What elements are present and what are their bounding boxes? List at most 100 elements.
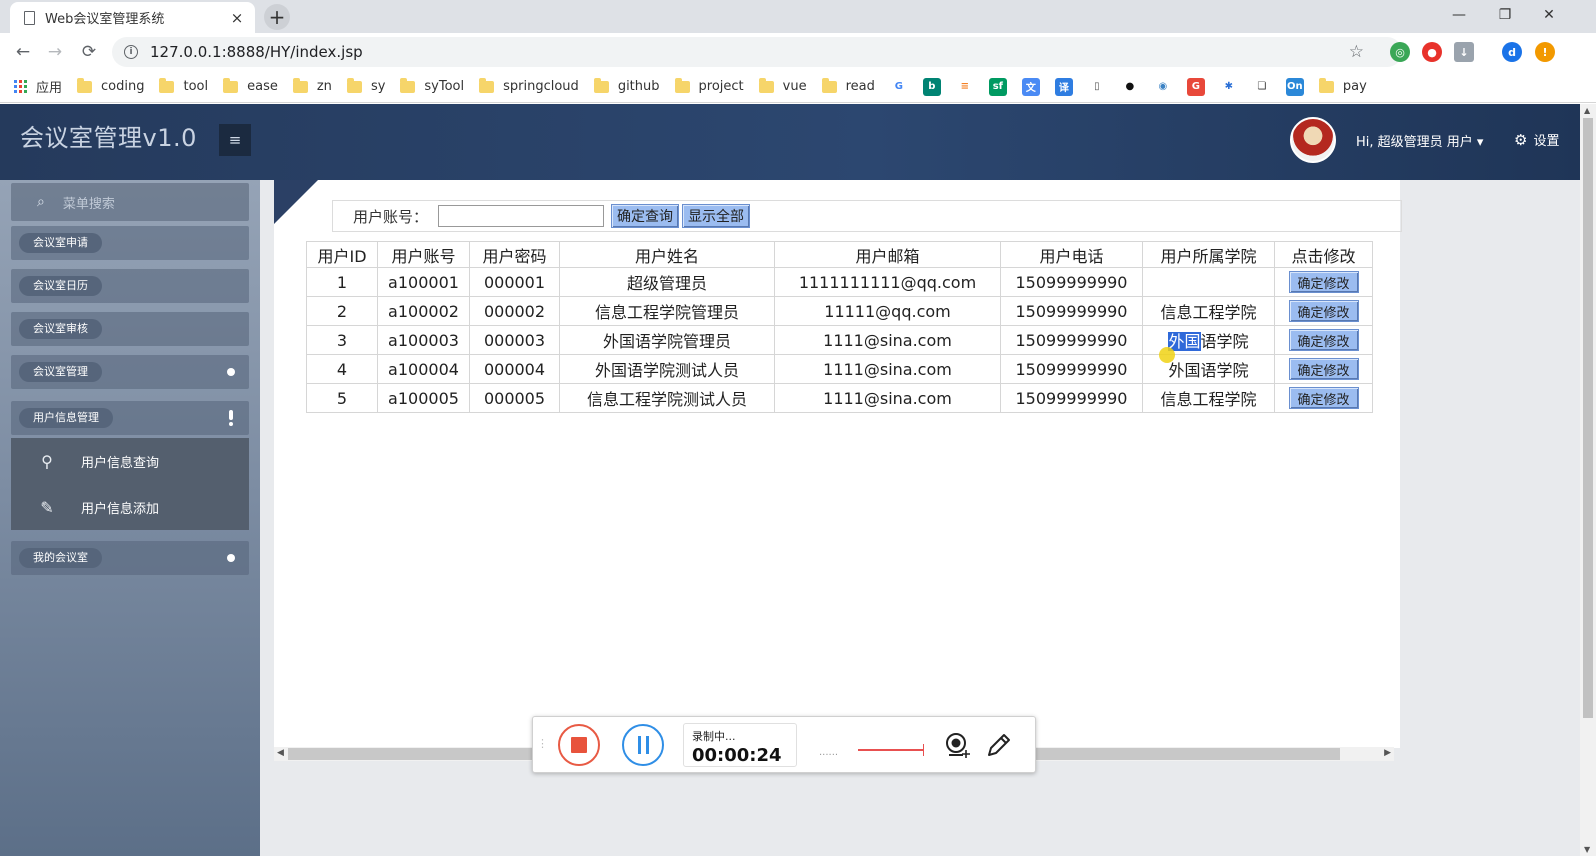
pause-record-button[interactable] <box>622 724 664 766</box>
avatar[interactable] <box>1290 117 1336 163</box>
site-info-icon[interactable]: i <box>124 45 138 59</box>
tab-close-icon[interactable]: × <box>229 9 245 27</box>
gear-bookmark-icon[interactable]: ✱ <box>1219 77 1238 96</box>
book-icon[interactable]: ❏ <box>1252 77 1271 96</box>
extension-adblock-icon[interactable]: ● <box>1422 42 1442 62</box>
app-title: 会议室管理v1.0 <box>20 124 197 152</box>
settings-button[interactable]: ⚙ 设置 <box>1514 130 1559 150</box>
folder-icon <box>346 77 362 93</box>
sidebar-item-label: 会议室审核 <box>19 319 102 339</box>
globe-icon[interactable]: ◉ <box>1153 77 1172 96</box>
user-menu[interactable]: Hi, 超级管理员 用户 ▾ <box>1356 131 1483 150</box>
page-icon[interactable]: ▯ <box>1087 77 1106 96</box>
drag-handle-icon[interactable]: ⋮ <box>537 737 548 750</box>
sidebar-item-room-review[interactable]: 会议室审核 <box>11 312 249 346</box>
user-id-cell: 5 <box>306 383 378 413</box>
restore-button[interactable]: ❐ <box>1482 0 1528 30</box>
sidebar-item-room-apply[interactable]: 会议室申请 <box>11 226 249 260</box>
table-row: 2 a100002 000002 信息工程学院管理员 11111@qq.com 15099… <box>306 296 1373 326</box>
scroll-right-icon[interactable]: ▶ <box>1384 748 1391 758</box>
bookmark-folder[interactable]: coding <box>77 77 144 94</box>
minimize-button[interactable]: — <box>1436 0 1482 30</box>
record-status: 录制中... <box>692 730 736 743</box>
user-id-cell: 2 <box>306 296 378 326</box>
sidebar-subitem-user-query[interactable]: ⚲ 用户信息查询 <box>11 438 249 484</box>
pause-icon <box>637 736 641 754</box>
user-search-form: 用户账号： 确定查询 显示全部 <box>332 200 1402 232</box>
bookmark-folder[interactable]: syTool <box>400 77 464 94</box>
menu-toggle-button[interactable]: ≡ <box>219 124 251 156</box>
apps-grid-icon <box>14 80 27 93</box>
bookmark-folder[interactable]: springcloud <box>479 77 579 94</box>
pen-icon[interactable] <box>985 731 1013 759</box>
back-button[interactable]: ← <box>10 39 36 65</box>
sidebar-subitem-label: 用户信息添加 <box>81 501 160 517</box>
bookmark-star-icon[interactable]: ☆ <box>1349 42 1364 62</box>
confirm-edit-button[interactable]: 确定修改 <box>1288 271 1359 293</box>
bookmark-folder[interactable]: tool <box>159 77 208 94</box>
address-bar[interactable]: i 127.0.0.1:8888/HY/index.jsp ☆ <box>112 37 1402 67</box>
close-window-button[interactable]: ✕ <box>1526 0 1572 30</box>
account-search-input[interactable] <box>438 205 605 227</box>
new-tab-button[interactable]: + <box>264 4 290 30</box>
confirm-edit-button[interactable]: 确定修改 <box>1288 329 1359 351</box>
bookmark-folder[interactable]: zn <box>292 77 332 94</box>
youdao-translate-icon[interactable]: 译 <box>1054 77 1073 96</box>
bookmark-folder[interactable]: sy <box>346 77 385 94</box>
update-alert-icon[interactable]: ! <box>1535 42 1555 62</box>
gear-icon: ⚙ <box>1514 130 1528 149</box>
sidebar-item-room-manage[interactable]: 会议室管理 <box>11 355 249 389</box>
sidebar-item-user-manage[interactable]: 用户信息管理 <box>11 401 249 435</box>
scroll-down-icon[interactable]: ▼ <box>1584 845 1590 854</box>
page-scrollbar[interactable]: ▲ ▼ <box>1580 104 1596 856</box>
screen-recorder-widget: ⋮ 录制中... 00:00:24 ...... <box>532 716 1036 773</box>
sidebar-item-my-rooms[interactable]: 我的会议室 <box>11 541 249 575</box>
query-button[interactable]: 确定查询 <box>611 204 680 228</box>
translate-icon[interactable]: 文 <box>1021 77 1040 96</box>
user-college-cell: 信息工程学院 <box>1142 383 1275 413</box>
scroll-up-icon[interactable]: ▲ <box>1584 106 1590 115</box>
segmentfault-icon[interactable]: sf <box>988 77 1007 96</box>
extension-green-icon[interactable]: ◎ <box>1390 42 1410 62</box>
browser-tab[interactable]: Web会议室管理系统 × <box>10 2 255 33</box>
column-header: 用户ID <box>306 241 378 268</box>
sidebar-item-label: 会议室管理 <box>19 362 102 382</box>
google-icon[interactable]: G <box>889 77 908 96</box>
bookmarks-bar: 应用 coding tool ease zn sy syTool springc… <box>0 71 1596 103</box>
extension-download-icon[interactable]: ↓ <box>1454 42 1474 62</box>
gitee-icon[interactable]: G <box>1186 77 1205 96</box>
github-icon[interactable]: ● <box>1120 77 1139 96</box>
forward-button[interactable]: → <box>42 39 68 65</box>
confirm-edit-button[interactable]: 确定修改 <box>1288 300 1359 322</box>
account-label: 用户账号： <box>353 207 429 226</box>
sidebar-subitem-user-add[interactable]: ✎ 用户信息添加 <box>11 484 249 530</box>
sidebar-item-label: 会议室日历 <box>19 276 102 296</box>
bookmark-folder[interactable]: project <box>674 77 744 94</box>
menu-search[interactable]: ⌕ 菜单搜索 <box>11 183 249 221</box>
sidebar-item-label: 会议室申请 <box>19 233 102 253</box>
reload-button[interactable]: ⟳ <box>76 39 102 65</box>
table-row: 4 a100004 000004 外国语学院测试人员 1111@sina.com 1509… <box>306 354 1373 384</box>
webcam-icon[interactable] <box>944 731 972 759</box>
bookmark-folder[interactable]: read <box>821 77 875 94</box>
profile-avatar[interactable]: d <box>1502 42 1522 62</box>
confirm-edit-button[interactable]: 确定修改 <box>1288 387 1359 409</box>
page-icon <box>24 10 35 25</box>
bing-icon[interactable]: b <box>922 77 941 96</box>
page-scroll-thumb[interactable] <box>1583 118 1593 718</box>
onenote-icon[interactable]: On <box>1285 77 1304 96</box>
scroll-left-icon[interactable]: ◀ <box>277 748 284 758</box>
bookmark-folder[interactable]: github <box>593 77 660 94</box>
user-email-cell: 1111@sina.com <box>774 325 1001 355</box>
collapsed-dot-icon <box>227 554 235 562</box>
bookmark-folder[interactable]: vue <box>758 77 807 94</box>
bookmark-folder[interactable]: ease <box>223 77 278 94</box>
stackoverflow-icon[interactable]: ≡ <box>955 77 974 96</box>
bookmark-folder[interactable]: pay <box>1318 77 1367 94</box>
sidebar-item-room-calendar[interactable]: 会议室日历 <box>11 269 249 303</box>
bookmark-apps[interactable]: 应用 <box>14 77 62 96</box>
show-all-button[interactable]: 显示全部 <box>682 204 751 228</box>
confirm-edit-button[interactable]: 确定修改 <box>1288 358 1359 380</box>
stop-record-button[interactable] <box>558 724 600 766</box>
table-header-row: 用户ID 用户账号 用户密码 用户姓名 用户邮箱 用户电话 用户所属学院 点击修… <box>306 241 1373 268</box>
